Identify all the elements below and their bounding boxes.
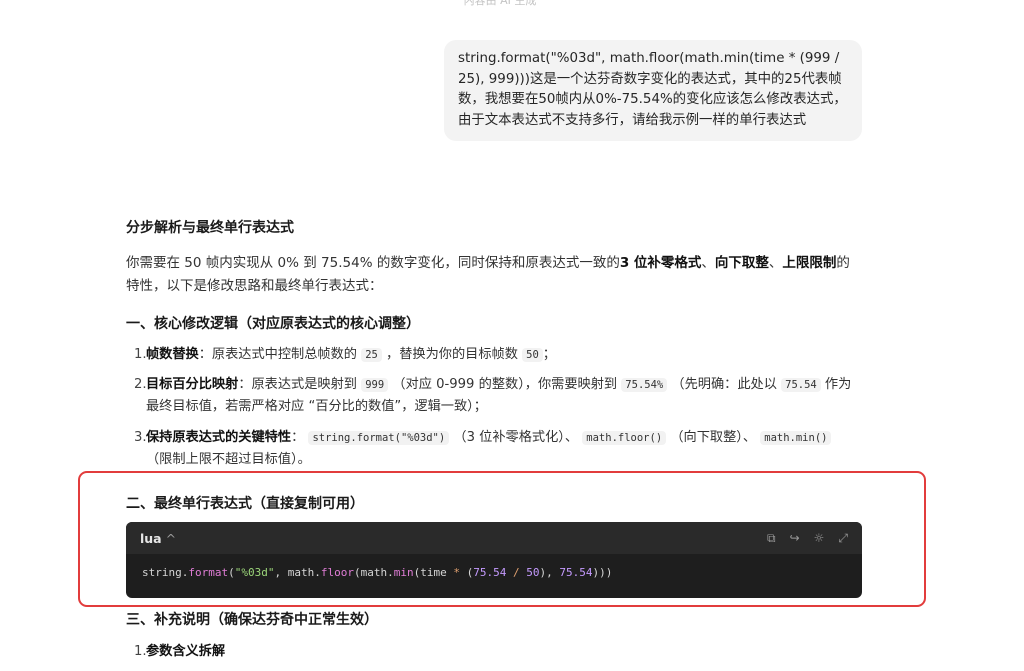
inline-code: 75.54% [621,378,668,392]
section2-title: 二、最终单行表达式（直接复制可用） [126,496,364,512]
sub-list: 1. 参数含义拆解 [126,641,862,662]
code-token: 75.54 [473,566,507,579]
inline-code: 999 [361,378,389,392]
list-number: 3. [134,430,147,445]
theme-icon[interactable]: ☼ [814,531,825,545]
step-text: （限制上限不超过目标值）。 [146,452,311,467]
expand-icon[interactable]: ⤢ [838,531,848,546]
code-token: floor [320,566,354,579]
step-text: （3 位补零格式化）、 [449,430,583,445]
ai-generated-note: 内容由 AI 生成 [463,0,537,7]
inline-code: 75.54 [781,378,821,392]
code-token: string. [142,566,189,579]
step-text: ：原表达式中控制总帧数的 [198,347,362,362]
step-text: ； [542,347,556,362]
code-language-toggle[interactable]: lua ^ [140,531,176,546]
code-token: ), [539,566,560,579]
list-item: 3. 保持原表达式的关键特性： string.format("%03d") （3… [126,427,862,470]
code-token: 75.54 [559,566,593,579]
section1-title: 一、核心修改逻辑（对应原表达式的核心调整） [126,316,420,332]
code-token: 50 [526,566,540,579]
code-token: format [188,566,229,579]
code-token: (math. [353,566,394,579]
step-title: 保持原表达式的关键特性 [146,430,292,445]
steps-list: 1. 帧数替换：原表达式中控制总帧数的 25 ，替换为你的目标帧数 50； 2.… [126,344,862,470]
section3-title: 三、补充说明（确保达芬奇中正常生效） [126,612,378,628]
code-token: min [393,566,414,579]
intro-bold-format: 3 位补零格式 [619,255,702,271]
code-token: , math. [274,566,321,579]
code-body: string.format("%03d", math.floor(math.mi… [126,554,862,591]
code-token: ( [228,566,235,579]
wrap-icon[interactable]: ↪ [790,531,800,545]
step-text: ： [291,430,309,445]
code-block-header: lua ^ ⧉ ↪ ☼ ⤢ [126,522,862,554]
inline-code: math.floor() [582,431,667,445]
code-language-label: lua [140,530,162,546]
code-token: (time [413,566,454,579]
intro-bold-floor: 向下取整 [714,255,769,271]
intro-sep: 、 [701,255,715,271]
step-text: （对应 0-999 的整数），你需要映射到 [388,377,622,392]
intro-text: 你需要在 50 帧内实现从 0% 到 75.54% 的数字变化，同时保持和原表达… [126,255,620,271]
intro-sep: 、 [768,255,783,271]
list-number: 1. [134,347,147,362]
list-item: 1. 帧数替换：原表达式中控制总帧数的 25 ，替换为你的目标帧数 50； [126,344,862,366]
code-token: "%03d" [234,566,275,579]
list-number: 2. [134,377,147,392]
chevron-up-icon: ^ [165,530,177,546]
code-token: / [506,566,527,579]
step-title: 目标百分比映射 [146,377,239,392]
step-text: （向下取整）、 [666,430,761,445]
code-token: ))) [592,566,613,579]
answer-intro: 你需要在 50 帧内实现从 0% 到 75.54% 的数字变化，同时保持和原表达… [126,252,862,298]
list-item: 1. 参数含义拆解 [126,641,862,662]
code-toolbar: ⧉ ↪ ☼ ⤢ [767,531,848,546]
user-message-bubble: string.format("%03d", math.floor(math.mi… [444,40,862,141]
code-token: ( [459,566,474,579]
step-text: （先明确：此处以 [667,377,782,392]
list-item: 2. 目标百分比映射：原表达式是映射到 999 （对应 0-999 的整数），你… [126,374,862,417]
step-text: ，替换为你的目标帧数 [381,347,523,362]
inline-code: string.format("%03d") [308,431,450,445]
code-token: * [453,566,460,579]
inline-code: 50 [522,348,543,362]
list-number: 1. [134,644,147,659]
user-message-text: string.format("%03d", math.floor(math.mi… [458,51,847,128]
code-block: lua ^ ⧉ ↪ ☼ ⤢ string.format("%03d", math.… [126,522,862,598]
inline-code: 25 [361,348,382,362]
copy-icon[interactable]: ⧉ [767,531,776,546]
inline-code: math.min() [760,431,832,445]
step-text: ：原表达式是映射到 [238,377,362,392]
answer-title: 分步解析与最终单行表达式 [126,220,294,236]
intro-bold-limit: 上限限制 [782,255,837,271]
sub-item-title: 参数含义拆解 [146,644,226,659]
step-title: 帧数替换 [146,347,199,362]
